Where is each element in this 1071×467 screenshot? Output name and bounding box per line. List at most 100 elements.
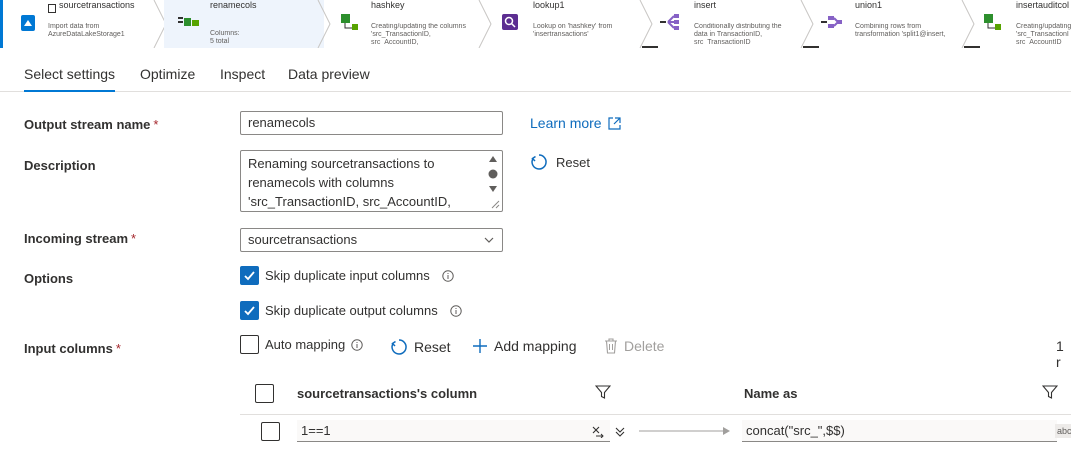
- pipeline-node-renamecols[interactable]: renamecols Columns: 5 total: [164, 0, 324, 48]
- info-icon[interactable]: [442, 269, 454, 282]
- tab-select-settings[interactable]: Select settings: [24, 66, 116, 92]
- node-title: sourcetransactions: [59, 0, 135, 10]
- reset-label: Reset: [556, 154, 590, 170]
- description-reset-button[interactable]: Reset: [530, 153, 590, 171]
- learn-more-link[interactable]: Learn more: [530, 115, 621, 131]
- source-icon: [20, 14, 36, 32]
- reset-icon: [391, 339, 407, 355]
- derived-column-icon: [339, 12, 358, 30]
- mapping-toolbar: Auto mapping Reset Add mapping Delete 1 …: [240, 335, 1071, 370]
- pipeline-node-insert[interactable]: insert Conditionally distributing the da…: [648, 0, 808, 48]
- type-badge: abc: [1055, 424, 1071, 438]
- tab-inspect[interactable]: Inspect: [220, 66, 265, 82]
- node-desc: Creating/updating the columns 'src_Trans…: [371, 23, 466, 45]
- input-columns-label-text: Input columns: [24, 341, 113, 356]
- mapping-arrow-icon: [639, 427, 730, 435]
- name-as-header: Name as: [744, 386, 798, 401]
- table-row: 1==1 concat("src_",$$) abc: [240, 416, 1071, 450]
- checkbox-checked[interactable]: [240, 266, 259, 285]
- required-mark: *: [153, 117, 159, 132]
- output-stream-input[interactable]: renamecols: [240, 111, 503, 135]
- delete-label: Delete: [624, 338, 665, 354]
- pipeline-node-lookup1[interactable]: lookup1 Lookup on 'hashkey' from 'insert…: [487, 0, 647, 48]
- tab-optimize[interactable]: Optimize: [140, 66, 195, 82]
- name-as-expression-input[interactable]: concat("src_",$$): [742, 420, 1057, 442]
- node-title: union1: [855, 0, 883, 10]
- add-mapping-button[interactable]: Add mapping: [472, 338, 577, 354]
- tab-bar: Select settings Optimize Inspect Data pr…: [0, 58, 1071, 92]
- input-columns-label: Input columns *: [24, 341, 121, 356]
- checkmark-icon: [244, 306, 255, 316]
- grid-header: sourcetransactions's column Name as: [240, 372, 1071, 415]
- mapping-grid: sourcetransactions's column Name as 1==1…: [240, 372, 1071, 467]
- incoming-stream-select[interactable]: sourcetransactions: [240, 228, 503, 252]
- pipeline-strip: sourcetransactions Import data from Azur…: [0, 0, 1071, 48]
- strip-underline: [642, 46, 658, 48]
- trash-icon: [605, 338, 617, 354]
- description-textarea[interactable]: Renaming sourcetransactions to renamecol…: [240, 150, 503, 212]
- skip-input-checkbox[interactable]: Skip duplicate input columns: [240, 266, 454, 285]
- tab-data-preview[interactable]: Data preview: [288, 66, 370, 82]
- pipeline-node-insertauditcol[interactable]: insertauditcol Creating/updating 'src_Tr…: [970, 0, 1071, 48]
- required-mark: *: [131, 231, 137, 246]
- select-transform-icon: [178, 14, 199, 32]
- strip-underline: [803, 46, 819, 48]
- derived-column-icon: [982, 12, 1001, 30]
- checkbox-checked[interactable]: [240, 301, 259, 320]
- textarea-scrollbar[interactable]: [488, 154, 498, 196]
- node-desc: Conditionally distributing the data in T…: [694, 23, 782, 45]
- node-desc: Import data from AzureDataLakeStorage1: [48, 23, 125, 38]
- conditional-split-icon: [660, 12, 679, 30]
- add-mapping-label: Add mapping: [494, 338, 577, 354]
- node-title: lookup1: [533, 0, 565, 10]
- filter-icon[interactable]: [1042, 384, 1058, 400]
- info-icon[interactable]: [450, 304, 462, 317]
- checkbox-unchecked[interactable]: [240, 335, 259, 354]
- plus-icon: [473, 339, 487, 353]
- node-title: hashkey: [371, 0, 405, 10]
- incoming-stream-label: Incoming stream *: [24, 231, 136, 246]
- source-column-expression-input[interactable]: 1==1: [297, 420, 610, 442]
- incoming-stream-value: sourcetransactions: [248, 232, 358, 247]
- resize-grip-icon[interactable]: [490, 199, 500, 209]
- output-stream-label-text: Output stream name: [24, 117, 151, 132]
- node-desc: Combining rows from transformation 'spli…: [855, 23, 946, 38]
- required-mark: *: [115, 341, 121, 356]
- node-desc: Lookup on 'hashkey' from 'insertransacti…: [533, 23, 613, 38]
- auto-mapping-label: Auto mapping: [265, 337, 346, 352]
- node-desc: Columns: 5 total: [210, 30, 240, 45]
- expression-clear-icon[interactable]: [591, 424, 605, 438]
- chevron-down-icon: [484, 237, 494, 243]
- auto-mapping-toggle[interactable]: Auto mapping: [240, 335, 363, 354]
- union-icon: [821, 12, 842, 30]
- doc-icon: [48, 0, 56, 13]
- filter-icon[interactable]: [595, 384, 611, 400]
- reset-icon: [531, 154, 547, 170]
- row-checkbox[interactable]: [261, 422, 280, 441]
- double-chevron-down-icon[interactable]: [614, 426, 626, 438]
- options-label: Options: [24, 271, 74, 286]
- node-title: renamecols: [210, 0, 257, 10]
- strip-underline: [964, 46, 980, 48]
- source-column-header: sourcetransactions's column: [297, 386, 478, 401]
- pipeline-node-union1[interactable]: union1 Combining rows from transformatio…: [809, 0, 969, 48]
- mapping-reset-label: Reset: [414, 339, 451, 355]
- node-title: insert: [694, 0, 717, 10]
- pipeline-node-hashkey[interactable]: hashkey Creating/updating the columns 's…: [325, 0, 485, 48]
- description-text: Renaming sourcetransactions to renamecol…: [248, 156, 451, 209]
- skip-output-checkbox[interactable]: Skip duplicate output columns: [240, 301, 462, 320]
- incoming-stream-label-text: Incoming stream: [24, 231, 129, 246]
- node-desc: Creating/updating 'src_TransactionI src_…: [1016, 23, 1071, 45]
- external-link-icon: [607, 116, 621, 130]
- output-stream-label: Output stream name *: [24, 117, 158, 132]
- info-icon[interactable]: [351, 338, 363, 351]
- select-all-checkbox[interactable]: [255, 384, 274, 403]
- checkmark-icon: [244, 271, 255, 281]
- node-title: insertauditcol: [1016, 0, 1070, 10]
- pipeline-node-sourcetransactions[interactable]: sourcetransactions Import data from Azur…: [0, 0, 160, 48]
- delete-button[interactable]: Delete: [604, 338, 664, 354]
- learn-more-text: Learn more: [530, 115, 602, 131]
- row-count: 1 r: [1056, 338, 1064, 370]
- skip-output-label: Skip duplicate output columns: [265, 303, 438, 318]
- mapping-reset-button[interactable]: Reset: [390, 338, 451, 356]
